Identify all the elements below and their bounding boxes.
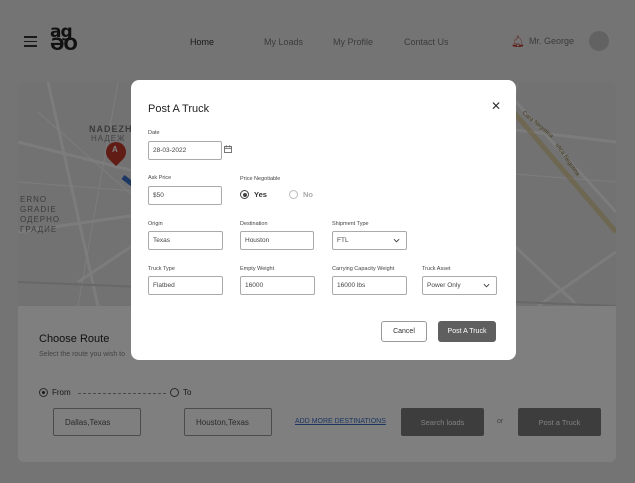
post-truck-submit-button[interactable]: Post A Truck — [438, 321, 496, 342]
post-truck-modal: Post A Truck ✕ Date 28-03-2022 Ask Price… — [131, 80, 516, 360]
chevron-down-icon — [483, 283, 490, 288]
origin-label: Origin — [148, 221, 163, 227]
radio-unselected-icon[interactable] — [289, 190, 298, 199]
truck-asset-value: Power Only — [427, 282, 461, 289]
carrying-capacity-label: Carrying Capacity Weight — [332, 266, 395, 272]
price-negotiable-label: Price Negotiable — [240, 176, 281, 182]
shipment-type-value: FTL — [337, 237, 349, 244]
origin-input[interactable]: Texas — [148, 231, 223, 250]
modal-title: Post A Truck — [148, 103, 210, 115]
calendar-icon[interactable] — [224, 145, 232, 153]
shipment-type-label: Shipment Type — [332, 221, 369, 227]
price-negotiable-no-radio[interactable]: No — [289, 190, 313, 199]
cancel-button[interactable]: Cancel — [381, 321, 427, 342]
truck-type-label: Truck Type — [148, 266, 175, 272]
date-input[interactable]: 28-03-2022 — [148, 141, 222, 160]
destination-label: Destination — [240, 221, 268, 227]
ask-price-label: Ask Price — [148, 175, 172, 181]
truck-asset-select[interactable]: Power Only — [422, 276, 497, 295]
close-icon[interactable]: ✕ — [490, 100, 502, 112]
chevron-down-icon — [393, 238, 400, 243]
no-label: No — [303, 190, 313, 199]
ask-price-input[interactable]: $50 — [148, 186, 222, 205]
price-negotiable-yes-radio[interactable]: Yes — [240, 190, 267, 199]
truck-asset-label: Truck Asset — [422, 266, 451, 272]
empty-weight-input[interactable]: 16000 — [240, 276, 315, 295]
empty-weight-label: Empty Weight — [240, 266, 275, 272]
date-label: Date — [148, 130, 160, 136]
shipment-type-select[interactable]: FTL — [332, 231, 407, 250]
truck-type-input[interactable]: Flatbed — [148, 276, 223, 295]
destination-input[interactable]: Houston — [240, 231, 314, 250]
yes-label: Yes — [254, 190, 267, 199]
carrying-capacity-input[interactable]: 16000 lbs — [332, 276, 407, 295]
radio-selected-icon[interactable] — [240, 190, 249, 199]
